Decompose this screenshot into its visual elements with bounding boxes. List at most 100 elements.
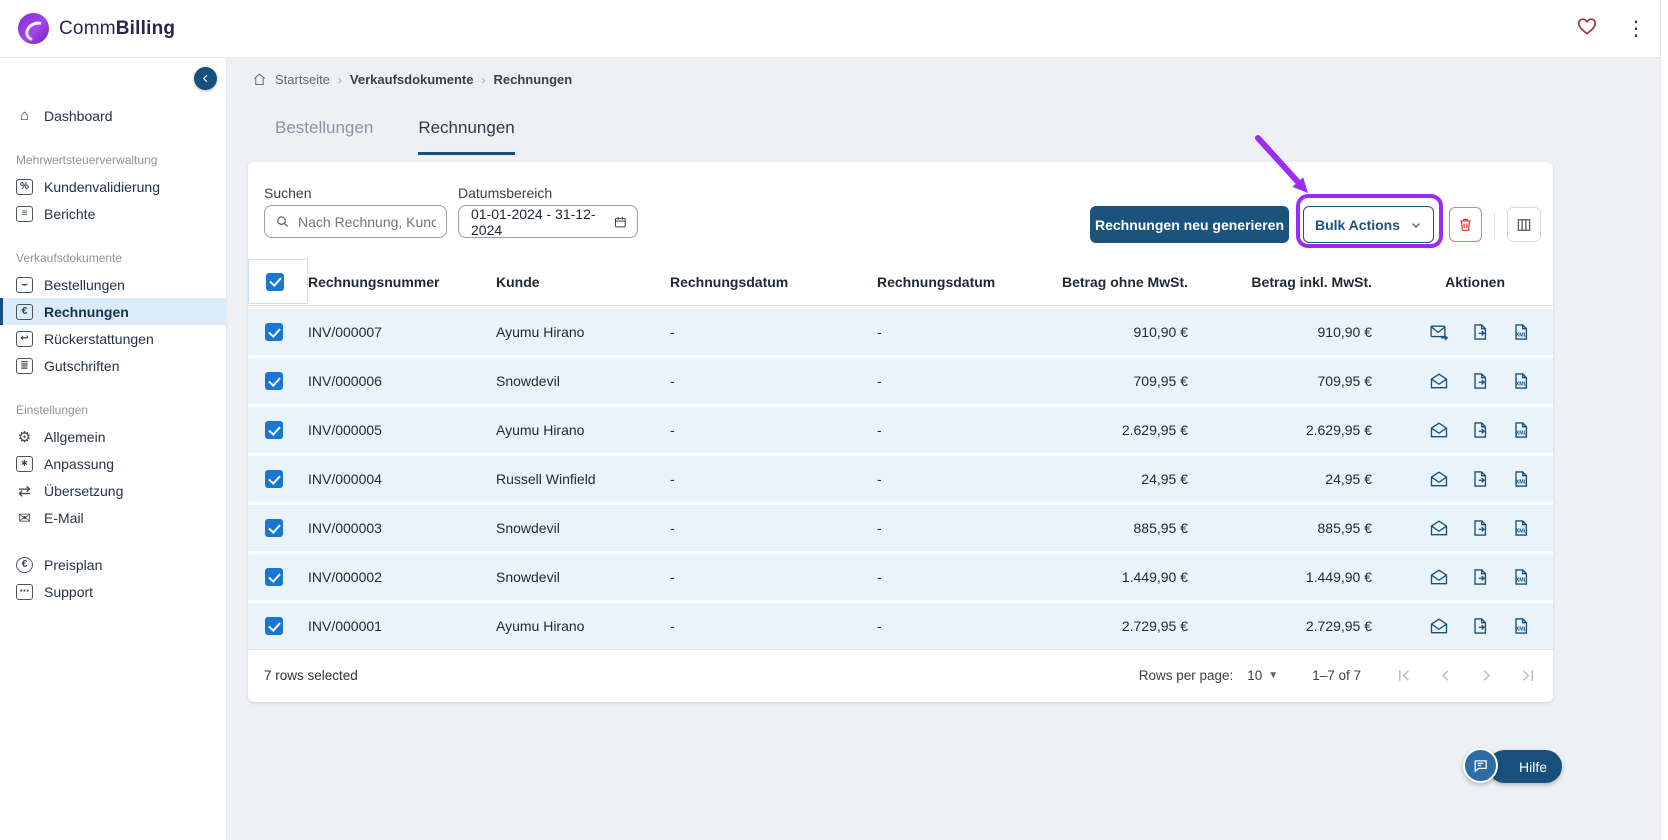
sidebar-item-label: Berichte — [44, 205, 96, 222]
export-xml-icon[interactable] — [1511, 518, 1531, 538]
row-checkbox[interactable] — [265, 519, 283, 537]
invoice-number: INV/000002 — [308, 569, 382, 585]
chevron-down-icon — [1410, 219, 1422, 231]
row-checkbox[interactable] — [265, 617, 283, 635]
export-document-icon[interactable] — [1470, 616, 1490, 636]
row-checkbox[interactable] — [265, 421, 283, 439]
brand: CommBilling — [18, 13, 175, 44]
sidebar-item-anpassung[interactable]: ∗ Anpassung — [0, 450, 226, 477]
col-kunde: Kunde — [496, 273, 540, 290]
opened-mail-icon[interactable] — [1429, 420, 1449, 440]
tab-bestellungen[interactable]: Bestellungen — [275, 118, 373, 155]
sidebar-section-label: Einstellungen — [16, 403, 89, 417]
due-date: - — [877, 520, 882, 536]
sidebar-section-label: Mehrwertsteuerverwaltung — [16, 153, 158, 167]
next-page-button[interactable] — [1477, 666, 1496, 685]
pricing-plan-icon: € — [16, 556, 33, 573]
col-rechnungsnummer: Rechnungsnummer — [308, 273, 440, 290]
sidebar-collapse-button[interactable] — [194, 67, 217, 90]
export-xml-icon[interactable] — [1511, 567, 1531, 587]
rows-selected-text: 7 rows selected — [264, 668, 358, 683]
table-row: INV/000007 Ayumu Hirano - - 910,90 € 910… — [248, 309, 1553, 355]
page-scrollbar[interactable] — [1660, 0, 1668, 840]
favorites-heart-icon[interactable] — [1576, 15, 1598, 42]
breadcrumb-rechnungen: Rechnungen — [493, 72, 573, 87]
row-checkbox[interactable] — [265, 470, 283, 488]
sidebar-item-preisplan[interactable]: € Preisplan — [0, 551, 226, 578]
amount-incl-vat: 2.729,95 € — [1305, 618, 1372, 634]
row-checkbox[interactable] — [265, 323, 283, 341]
opened-mail-icon[interactable] — [1429, 616, 1449, 636]
sidebar-item-support[interactable]: ⋯ Support — [0, 578, 226, 605]
sidebar-item-dashboard[interactable]: ⌂ Dashboard — [0, 102, 226, 129]
amount-incl-vat: 24,95 € — [1325, 471, 1372, 487]
delete-button[interactable] — [1449, 207, 1482, 242]
sidebar-item-kundenvalidierung[interactable]: % Kundenvalidierung — [0, 173, 226, 200]
toolbar-divider — [1494, 212, 1495, 238]
dashboard-icon: ⌂ — [19, 107, 30, 124]
tab-rechnungen[interactable]: Rechnungen — [418, 118, 515, 155]
invoice-number: INV/000005 — [308, 422, 382, 438]
breadcrumb-verkaufsdokumente[interactable]: Verkaufsdokumente — [350, 72, 474, 87]
export-document-icon[interactable] — [1470, 469, 1490, 489]
sidebar-item-gutschriften[interactable]: ≣ Gutschriften — [0, 352, 226, 379]
kebab-menu-icon[interactable]: ⋮ — [1620, 17, 1652, 41]
export-document-icon[interactable] — [1470, 518, 1490, 538]
sidebar-item-e-mail[interactable]: ✉ E-Mail — [0, 504, 226, 531]
export-xml-icon[interactable] — [1511, 616, 1531, 636]
opened-mail-icon[interactable] — [1429, 469, 1449, 489]
export-xml-icon[interactable] — [1511, 469, 1531, 489]
home-icon — [252, 72, 267, 87]
help-chat-icon[interactable] — [1463, 748, 1498, 783]
customization-icon: ∗ — [16, 455, 33, 472]
row-checkbox[interactable] — [265, 372, 283, 390]
tab-bar: Bestellungen Rechnungen — [275, 118, 515, 155]
export-xml-icon[interactable] — [1511, 371, 1531, 391]
export-document-icon[interactable] — [1470, 567, 1490, 587]
invoice-number: INV/000006 — [308, 373, 382, 389]
sidebar-item-berichte[interactable]: ≡ Berichte — [0, 200, 226, 227]
bulk-actions-button[interactable]: Bulk Actions — [1303, 206, 1434, 243]
search-input[interactable] — [298, 213, 436, 230]
column-settings-button[interactable] — [1507, 207, 1541, 242]
support-icon: ⋯ — [16, 583, 33, 600]
export-document-icon[interactable] — [1470, 322, 1490, 342]
breadcrumb-startseite[interactable]: Startseite — [275, 72, 330, 87]
amount-incl-vat: 2.629,95 € — [1305, 422, 1372, 438]
table-row: INV/000003 Snowdevil - - 885,95 € 885,95… — [248, 505, 1553, 551]
export-document-icon[interactable] — [1470, 420, 1490, 440]
sidebar-item--bersetzung[interactable]: ⇄ Übersetzung — [0, 477, 226, 504]
sidebar: ⌂ Dashboard Mehrwertsteuerverwaltung % K… — [0, 58, 227, 840]
previous-page-button[interactable] — [1436, 666, 1455, 685]
credit-notes-icon: ≣ — [16, 357, 33, 374]
rows-per-page-select[interactable]: 10 ▼ — [1247, 668, 1278, 683]
last-page-button[interactable] — [1518, 666, 1537, 685]
sidebar-item-r-ckerstattungen[interactable]: ↩ Rückerstattungen — [0, 325, 226, 352]
sidebar-item-bestellungen[interactable]: ⌣ Bestellungen — [0, 271, 226, 298]
sidebar-item-rechnungen[interactable]: € Rechnungen — [0, 298, 226, 325]
opened-mail-icon[interactable] — [1429, 518, 1449, 538]
export-document-icon[interactable] — [1470, 371, 1490, 391]
regenerate-invoices-button[interactable]: Rechnungen neu generieren — [1090, 206, 1289, 243]
breadcrumb-separator: › — [481, 72, 486, 87]
due-date: - — [877, 471, 882, 487]
select-all-checkbox[interactable] — [266, 272, 284, 291]
opened-mail-icon[interactable] — [1429, 371, 1449, 391]
invoice-number: INV/000001 — [308, 618, 382, 634]
date-range-input[interactable]: 01-01-2024 - 31-12-2024 — [458, 205, 638, 238]
top-bar: CommBilling ⋮ — [0, 0, 1668, 58]
export-xml-icon[interactable] — [1511, 322, 1531, 342]
send-mail-icon[interactable] — [1429, 322, 1449, 342]
customer-name: Ayumu Hirano — [496, 618, 585, 634]
first-page-button[interactable] — [1395, 666, 1414, 685]
sidebar-item-label: Preisplan — [44, 556, 103, 573]
sidebar-item-allgemein[interactable]: ⚙ Allgemein — [0, 423, 226, 450]
table-row: INV/000006 Snowdevil - - 709,95 € 709,95… — [248, 358, 1553, 404]
export-xml-icon[interactable] — [1511, 420, 1531, 440]
row-checkbox[interactable] — [265, 568, 283, 586]
trash-icon — [1457, 216, 1474, 233]
opened-mail-icon[interactable] — [1429, 567, 1449, 587]
sidebar-item-label: Rechnungen — [44, 303, 129, 320]
col-rechnungsdatum-2: Rechnungsdatum — [877, 273, 996, 290]
help-button[interactable]: Hilfe — [1488, 750, 1562, 783]
